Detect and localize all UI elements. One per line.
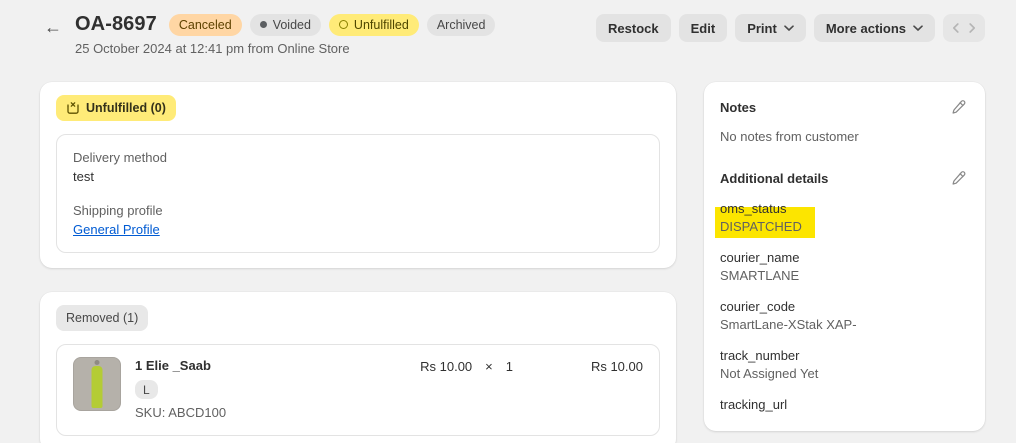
line-total: Rs 10.00 (558, 358, 643, 376)
detail-field-tracking-url: tracking_url (720, 396, 969, 414)
detail-field-track-number: track_number Not Assigned Yet (720, 347, 969, 383)
status-badges: Canceled Voided Unfulfilled Archived (169, 14, 496, 36)
back-button[interactable]: ← (40, 14, 66, 40)
pencil-icon (950, 170, 966, 186)
unit-price: Rs 10.00 (420, 358, 472, 376)
status-badge-canceled: Canceled (169, 14, 242, 36)
chevron-down-icon (784, 25, 794, 32)
notes-title: Notes (720, 100, 756, 115)
fulfillment-card: Unfulfilled (0) Delivery method test Shi… (40, 82, 676, 268)
header-actions: Restock Edit Print More actions (596, 14, 985, 42)
print-button[interactable]: Print (735, 14, 806, 42)
package-icon (66, 101, 80, 115)
additional-details-fields: oms_status DISPATCHED courier_name SMART… (720, 200, 969, 414)
product-thumbnail (73, 357, 121, 411)
quantity: 1 (506, 358, 513, 376)
shipping-profile-link[interactable]: General Profile (73, 220, 160, 239)
product-image-detail (95, 360, 100, 365)
delivery-method-value: test (73, 167, 643, 186)
status-badge-unfulfilled: Unfulfilled (329, 14, 419, 36)
product-title-link[interactable]: 1 Elie _Saab (135, 357, 406, 375)
status-badge-voided: Voided (250, 14, 321, 36)
order-date-subtitle: 25 October 2024 at 12:41 pm from Online … (75, 41, 495, 56)
more-actions-button[interactable]: More actions (814, 14, 935, 42)
detail-field-oms-status: oms_status DISPATCHED (720, 200, 969, 236)
line-item-row: 1 Elie _Saab L SKU: ABCD100 Rs 10.00 × 1… (57, 345, 659, 435)
line-item-box: 1 Elie _Saab L SKU: ABCD100 Rs 10.00 × 1… (56, 344, 660, 436)
page-title: OA-8697 (75, 13, 157, 36)
edit-notes-button[interactable] (947, 96, 969, 118)
line-item-pricing: Rs 10.00 × 1 Rs 10.00 (420, 357, 643, 376)
detail-field-courier-code: courier_code SmartLane-XStak XAP- (720, 298, 969, 334)
order-page: ← OA-8697 Canceled Voided Unfulfilled Ar… (0, 0, 1016, 443)
filled-dot-icon (260, 21, 267, 28)
open-circle-icon (339, 20, 348, 29)
chevron-right-icon (969, 21, 976, 36)
order-pagination (943, 14, 985, 42)
pencil-icon (950, 99, 966, 115)
chevron-left-icon (952, 21, 959, 36)
back-arrow-icon: ← (44, 17, 62, 37)
delivery-details-box: Delivery method test Shipping profile Ge… (56, 134, 660, 253)
removed-items-card: Removed (1) 1 Elie _Saab L SKU: ABCD100 (40, 292, 676, 443)
chevron-down-icon (913, 25, 923, 32)
edit-additional-details-button[interactable] (947, 167, 969, 189)
product-sku: SKU: ABCD100 (135, 404, 406, 421)
status-badge-archived: Archived (427, 14, 496, 36)
removed-count-badge: Removed (1) (56, 305, 148, 331)
unfulfilled-count-badge: Unfulfilled (0) (56, 95, 176, 121)
notes-and-details-card: Notes No notes from customer Additional … (704, 82, 985, 431)
edit-button[interactable]: Edit (679, 14, 728, 42)
product-image-dress (92, 366, 103, 408)
notes-empty-text: No notes from customer (720, 128, 969, 146)
detail-field-courier-name: courier_name SMARTLANE (720, 249, 969, 285)
additional-details-title: Additional details (720, 171, 828, 186)
multiply-sign: × (485, 358, 493, 376)
delivery-method-label: Delivery method (73, 148, 643, 167)
shipping-profile-label: Shipping profile (73, 201, 643, 220)
restock-button[interactable]: Restock (596, 14, 671, 42)
page-header: ← OA-8697 Canceled Voided Unfulfilled Ar… (40, 13, 985, 56)
next-order-button[interactable] (964, 14, 981, 42)
previous-order-button[interactable] (947, 14, 964, 42)
variant-badge: L (135, 380, 158, 399)
